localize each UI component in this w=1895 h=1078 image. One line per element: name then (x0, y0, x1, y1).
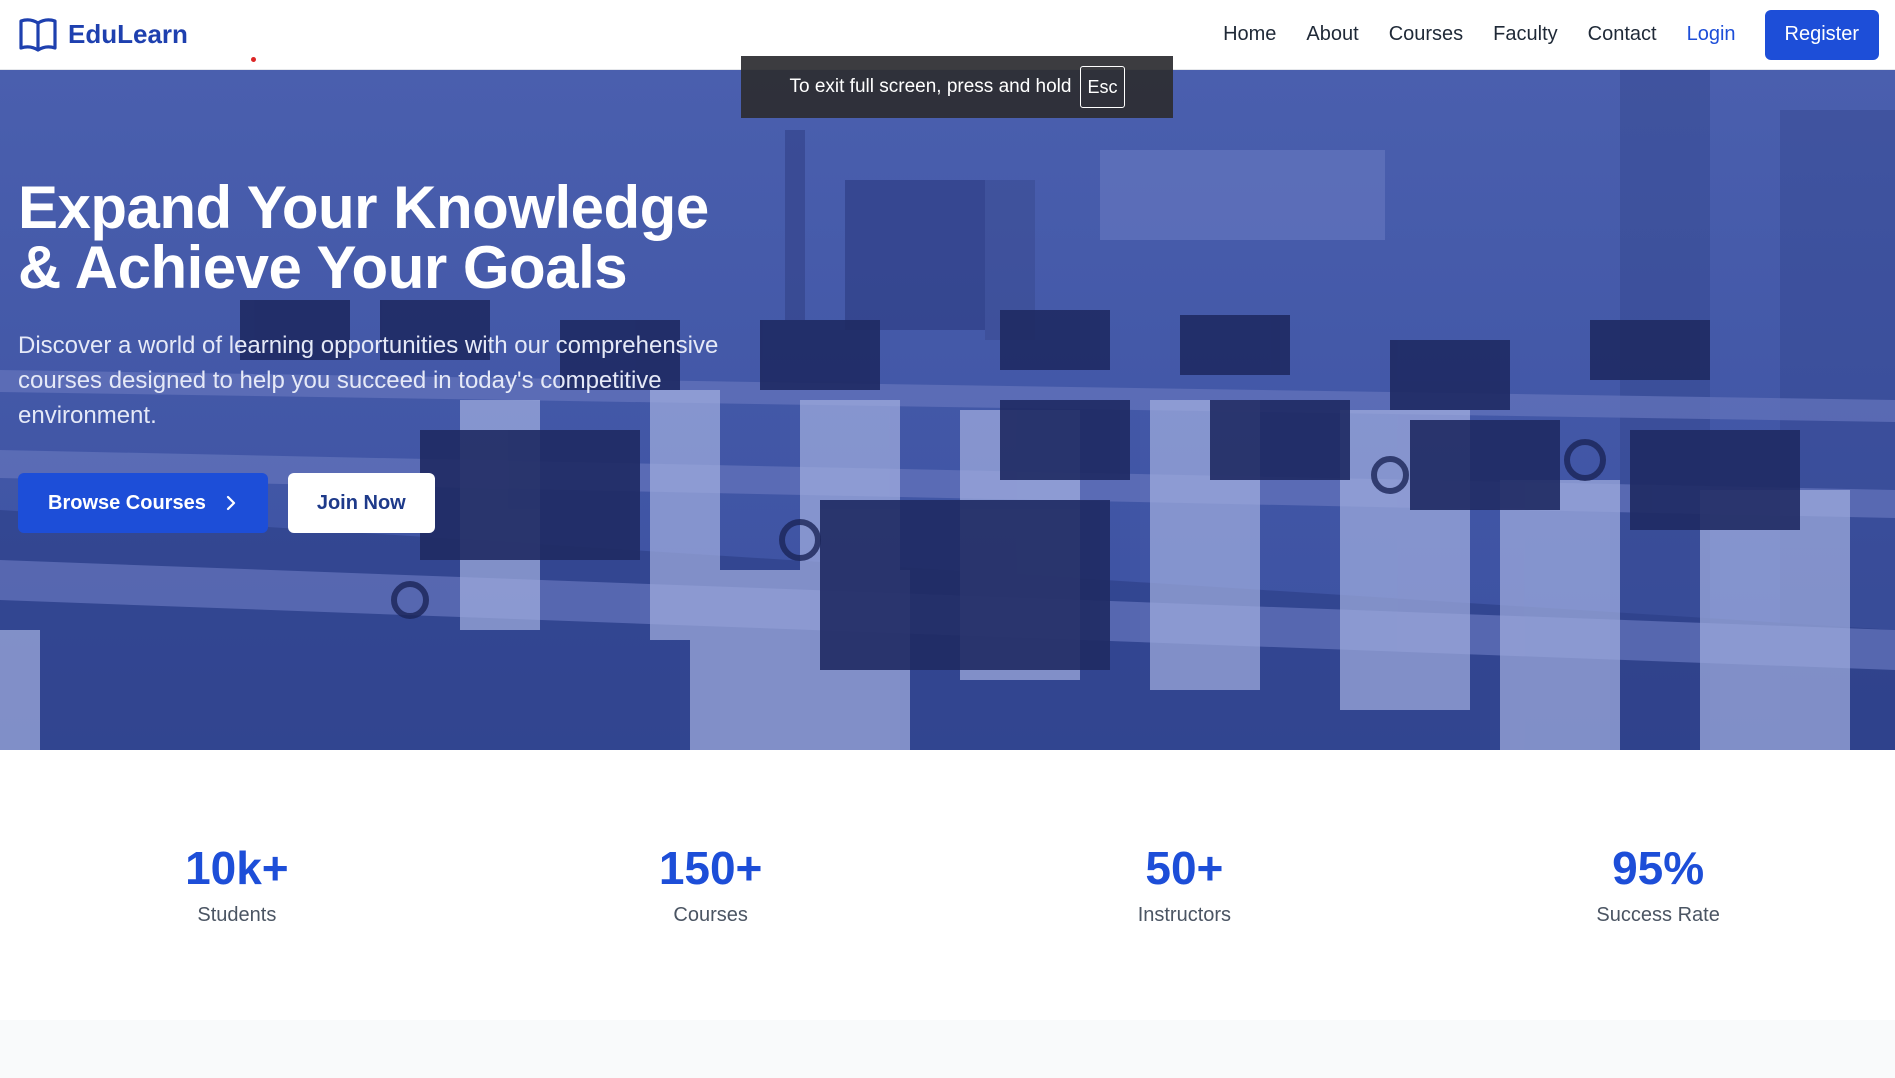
nav-link-courses[interactable]: Courses (1389, 23, 1463, 46)
stat-courses: 150+ Courses (474, 750, 948, 1020)
chevron-right-icon (226, 495, 235, 511)
hero-content: Expand Your Knowledge & Achieve Your Goa… (18, 178, 778, 533)
nav-link-contact[interactable]: Contact (1588, 23, 1657, 46)
next-section (0, 1020, 1895, 1078)
esc-key-badge: Esc (1080, 66, 1125, 108)
hero-title: Expand Your Knowledge & Achieve Your Goa… (18, 178, 778, 298)
stat-value: 10k+ (185, 842, 289, 894)
stat-label: Instructors (1137, 904, 1232, 926)
stat-label: Students (197, 904, 277, 926)
stat-success-rate: 95% Success Rate (1421, 750, 1895, 1020)
nav-link-faculty[interactable]: Faculty (1493, 23, 1557, 46)
open-book-icon (19, 17, 57, 52)
stat-value: 95% (1612, 842, 1705, 894)
hero-section: Expand Your Knowledge & Achieve Your Goa… (0, 70, 1895, 750)
stats-section: 10k+ Students 150+ Courses 50+ Instructo… (0, 750, 1895, 1020)
fullscreen-notice-text: To exit full screen, press and hold (789, 76, 1072, 97)
stat-instructors: 50+ Instructors (948, 750, 1422, 1020)
browse-courses-label: Browse Courses (48, 491, 206, 514)
join-now-button[interactable]: Join Now (287, 473, 435, 533)
fullscreen-exit-notice: To exit full screen, press and hold Esc (741, 56, 1173, 118)
stat-label: Success Rate (1596, 904, 1720, 926)
stat-label: Courses (673, 904, 748, 926)
hero-subtitle: Discover a world of learning opportuniti… (18, 332, 719, 429)
hero-title-line2: & Achieve Your Goals (18, 234, 628, 301)
nav-link-home[interactable]: Home (1223, 23, 1276, 46)
stat-students: 10k+ Students (0, 750, 474, 1020)
hero-actions: Browse Courses Join Now (18, 473, 778, 533)
brand-name: EduLearn (68, 19, 188, 49)
browse-courses-button[interactable]: Browse Courses (18, 473, 268, 533)
nav-link-about[interactable]: About (1306, 23, 1358, 46)
stat-value: 150+ (658, 842, 763, 894)
stat-value: 50+ (1145, 842, 1224, 894)
brand-logo[interactable]: EduLearn (18, 17, 188, 53)
main-nav: Home About Courses Faculty Contact Login… (1193, 9, 1879, 60)
register-button[interactable]: Register (1764, 9, 1879, 60)
hero-title-line1: Expand Your Knowledge (18, 174, 709, 241)
login-link[interactable]: Login (1687, 23, 1736, 46)
cursor-dot (251, 57, 256, 62)
